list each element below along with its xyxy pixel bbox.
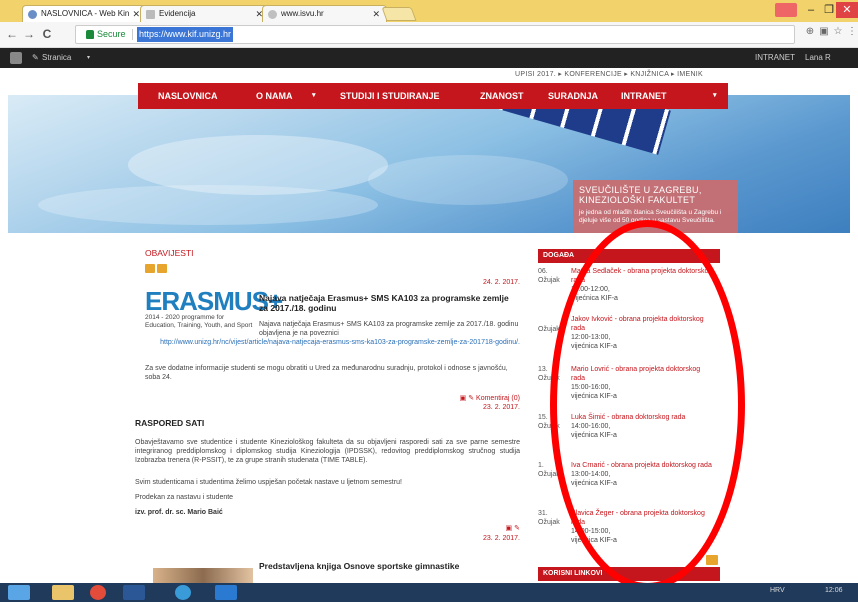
- erasmus-logo: ERASMUS+ 2014 - 2020 programme for Educa…: [145, 286, 283, 329]
- site-menu[interactable]: Stranica: [42, 48, 71, 68]
- tab-close-icon[interactable]: ✕: [132, 6, 140, 22]
- browser-tab-bar: NASLOVNICA - Web Kin ✕ Evidencija ✕ www.…: [0, 0, 858, 22]
- edit-controls[interactable]: ▣ ✎: [506, 524, 520, 532]
- lock-icon: [86, 30, 94, 39]
- hero-text: je jedna od mlađih članica Sveučilišta u…: [579, 209, 722, 224]
- main-navigation: NASLOVNICA O NAMA ▾ STUDIJI I STUDIRANJE…: [138, 83, 728, 109]
- event-title[interactable]: Mario Lovrić - obrana projekta doktorsko…: [571, 365, 716, 383]
- language-indicator[interactable]: HRV: [770, 587, 785, 594]
- article-signature: izv. prof. dr. sc. Mario Baić: [135, 509, 223, 516]
- favicon-icon: [28, 10, 37, 19]
- intranet-link[interactable]: INTRANET: [755, 48, 795, 68]
- event-title[interactable]: Iva Crnarić - obrana projekta doktorskog…: [571, 461, 716, 470]
- tab-naslovnica[interactable]: NASLOVNICA - Web Kin ✕: [22, 5, 147, 22]
- wrench-icon: ✎: [32, 53, 39, 62]
- article-text: Obavještavamo sve studentice i studente …: [135, 439, 520, 464]
- start-icon[interactable]: [8, 585, 30, 600]
- forward-button[interactable]: →: [22, 27, 36, 41]
- admin-bar: ✎ Stranica ▾ INTRANET Lana R: [0, 48, 858, 68]
- edit-icon[interactable]: [706, 555, 718, 565]
- user-profile-button[interactable]: [775, 3, 797, 17]
- zoom-icon[interactable]: ⊕: [804, 26, 816, 38]
- event-title[interactable]: Matea Sedlaček - obrana projekta doktors…: [571, 267, 716, 285]
- event-title[interactable]: Luka Šimić - obrana doktorskog rada: [571, 413, 716, 422]
- chevron-down-icon[interactable]: ▾: [713, 83, 717, 109]
- secure-label: Secure: [97, 29, 126, 39]
- hero-caption: SVEUČILIŠTE U ZAGREBU, KINEZIOLOŠKI FAKU…: [573, 180, 738, 233]
- article-title[interactable]: Najava natječaja Erasmus+ SMS KA103 za p…: [259, 293, 519, 313]
- comment-link[interactable]: ▣ ✎ Komentiraj (0): [460, 394, 520, 402]
- dashboard-icon[interactable]: [10, 52, 22, 64]
- chevron-down-icon: ▾: [87, 55, 91, 61]
- nav-o-nama[interactable]: O NAMA: [256, 83, 293, 109]
- news-date: 23. 2. 2017.: [483, 535, 520, 542]
- edit-icon[interactable]: ✎: [468, 395, 474, 402]
- reload-button[interactable]: C: [40, 27, 54, 41]
- article-extra: Za sve dodatne informacije studenti se m…: [145, 365, 508, 381]
- article-title[interactable]: RASPORED SATI: [135, 418, 204, 428]
- edit-icon[interactable]: [157, 264, 167, 273]
- events-heading: DOGAĐA: [538, 249, 720, 263]
- tab-isvu[interactable]: www.isvu.hr ✕: [262, 5, 387, 22]
- tab-evidencija[interactable]: Evidencija ✕: [140, 5, 270, 22]
- news-column: OBAVIJESTI 24. 2. 2017. ERASMUS+ 2014 - …: [135, 248, 520, 583]
- new-tab-button[interactable]: [381, 7, 417, 21]
- article-link[interactable]: http://www.unizg.hr/nc/vijest/article/na…: [150, 338, 520, 347]
- ie-icon[interactable]: [175, 585, 191, 600]
- article-text: Svim studenticama i studentima želimo us…: [135, 479, 402, 486]
- delete-icon[interactable]: ▣: [460, 395, 467, 402]
- delete-icon[interactable]: ▣: [506, 525, 513, 532]
- address-bar-row: ← → C Secure https://www.kif.unizg.hr ⊕ …: [0, 22, 858, 48]
- url-input[interactable]: Secure https://www.kif.unizg.hr: [75, 25, 795, 44]
- chevron-down-icon[interactable]: ▾: [312, 83, 316, 109]
- news-heading: OBAVIJESTI: [145, 248, 194, 258]
- events-sidebar: DOGAĐA 06. Ožujak Matea Sedlaček - obrana…: [538, 249, 720, 583]
- news-date: 23. 2. 2017.: [483, 404, 520, 411]
- article-text: Prodekan za nastavu i studente: [135, 494, 234, 501]
- close-window-button[interactable]: ✕: [836, 2, 858, 18]
- star-icon[interactable]: ☆: [832, 26, 844, 38]
- links-heading: KORISNI LINKOVI: [538, 567, 720, 581]
- file-explorer-icon[interactable]: [52, 585, 74, 600]
- nav-intranet[interactable]: INTRANET: [621, 83, 667, 109]
- tab-close-icon[interactable]: ✕: [372, 6, 380, 22]
- nav-suradnja[interactable]: SURADNJA: [548, 83, 598, 109]
- hero-title: SVEUČILIŠTE U ZAGREBU, KINEZIOLOŠKI FAKU…: [579, 185, 702, 205]
- nav-znanost[interactable]: ZNANOST: [480, 83, 524, 109]
- page-icon: [146, 10, 155, 19]
- outlook-icon[interactable]: [215, 585, 237, 600]
- article-text: Najava natječaja Erasmus+ SMS KA103 za p…: [259, 321, 519, 337]
- translate-icon[interactable]: ▣: [818, 26, 830, 38]
- loading-icon: [268, 10, 277, 19]
- menu-icon[interactable]: ⋮: [846, 26, 858, 38]
- nav-naslovnica[interactable]: NASLOVNICA: [158, 83, 218, 109]
- edit-icon[interactable]: ✎: [514, 525, 520, 532]
- taskbar: HRV 12:06: [0, 583, 858, 602]
- article-thumbnail[interactable]: [153, 568, 253, 583]
- back-button[interactable]: ←: [5, 27, 19, 41]
- news-date: 24. 2. 2017.: [483, 279, 520, 286]
- web-page: UPISI 2017. ▸ KONFERENCIJE ▸ KNJIŽNICA ▸…: [0, 68, 858, 583]
- event-title[interactable]: Slavica Žeger - obrana projekta doktorsk…: [571, 509, 716, 527]
- chrome-icon[interactable]: [90, 585, 106, 600]
- nav-studiji[interactable]: STUDIJI I STUDIRANJE: [340, 83, 440, 109]
- top-links[interactable]: UPISI 2017. ▸ KONFERENCIJE ▸ KNJIŽNICA ▸…: [515, 70, 703, 78]
- url-text[interactable]: https://www.kif.unizg.hr: [137, 27, 234, 42]
- article-title[interactable]: Predstavljena knjiga Osnove sportske gim…: [259, 561, 519, 571]
- clock[interactable]: 12:06: [825, 587, 843, 594]
- add-icon[interactable]: [145, 264, 155, 273]
- hero-banner: SVEUČILIŠTE U ZAGREBU, KINEZIOLOŠKI FAKU…: [8, 95, 850, 233]
- event-title[interactable]: Jakov Ivković - obrana projekta doktorsk…: [571, 315, 716, 333]
- user-account-link[interactable]: Lana R: [805, 48, 831, 68]
- word-icon[interactable]: [123, 585, 145, 600]
